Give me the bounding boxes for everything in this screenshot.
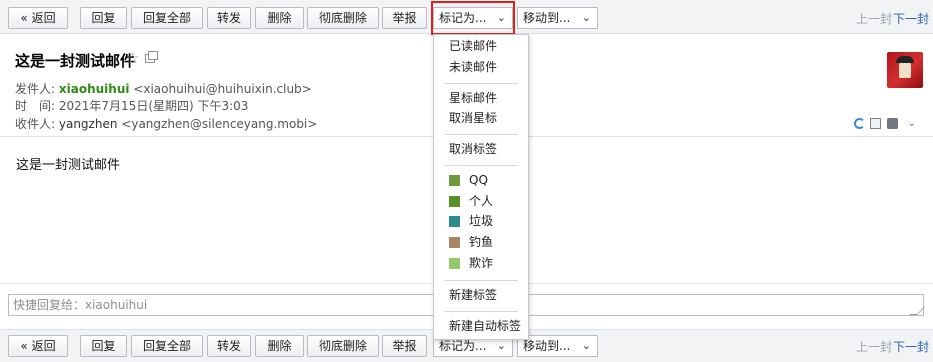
next-mail-link[interactable]: 下一封 — [893, 10, 929, 27]
forward-button[interactable]: 转发 — [207, 7, 251, 29]
delete-forever-button[interactable]: 彻底删除 — [307, 7, 379, 29]
tag-label: QQ — [469, 173, 488, 187]
menu-divider — [444, 165, 518, 166]
prev-mail-link[interactable]: 上一封 — [856, 338, 892, 355]
avatar[interactable] — [887, 52, 923, 88]
back-button[interactable]: « 返回 — [8, 335, 68, 357]
chevron-down-icon: ⌄ — [581, 11, 591, 24]
menu-tag-phishing[interactable]: 钓鱼 — [434, 233, 528, 252]
mark-as-label: 标记为... — [439, 339, 487, 353]
from-label: 发件人: — [15, 82, 56, 96]
tag-label: 垃圾 — [469, 214, 494, 228]
menu-item-remove-tag[interactable]: 取消标签 — [434, 140, 528, 159]
popout-window-icon[interactable] — [145, 51, 158, 63]
menu-item-star[interactable]: 星标邮件 — [434, 89, 528, 108]
tag-color-swatch — [449, 258, 460, 269]
forward-button[interactable]: 转发 — [207, 335, 251, 357]
tag-label: 欺诈 — [469, 256, 494, 270]
menu-item-new-tag[interactable]: 新建标签 — [434, 286, 528, 305]
header-action-icons: ⌄ — [842, 118, 922, 130]
recipient-name[interactable]: yangzhen — [59, 117, 118, 131]
reply-button[interactable]: 回复 — [80, 335, 127, 357]
delete-button[interactable]: 删除 — [255, 335, 304, 357]
delete-button[interactable]: 删除 — [255, 7, 304, 29]
menu-item-new-auto-tag[interactable]: 新建自动标签 — [434, 317, 528, 336]
refresh-icon[interactable] — [854, 118, 865, 129]
mail-body: 这是一封测试邮件 — [16, 158, 121, 173]
menu-tag-fraud[interactable]: 欺诈 — [434, 254, 528, 273]
time-row: 时 间: 2021年7月15日(星期四) 下午3:03 — [15, 97, 248, 114]
next-mail-link[interactable]: 下一封 — [893, 338, 929, 355]
time-value: 2021年7月15日(星期四) 下午3:03 — [58, 99, 249, 113]
time-label: 时 间: — [15, 99, 56, 113]
menu-tag-junk[interactable]: 垃圾 — [434, 212, 528, 231]
tag-color-swatch — [449, 196, 460, 207]
reply-all-button[interactable]: 回复全部 — [131, 7, 203, 29]
tag-color-swatch — [449, 237, 460, 248]
move-to-label: 移动到... — [523, 11, 571, 25]
chevron-double-down-icon[interactable]: ⌄ — [908, 118, 916, 129]
tag-label: 个人 — [469, 194, 494, 208]
delete-forever-button[interactable]: 彻底删除 — [307, 335, 379, 357]
report-button[interactable]: 举报 — [382, 335, 427, 357]
sender-name[interactable]: xiaohuihui — [59, 82, 130, 96]
prev-mail-link[interactable]: 上一封 — [856, 10, 892, 27]
reply-all-button[interactable]: 回复全部 — [131, 335, 203, 357]
sender-address: <xiaohuihui@huihuixin.club> — [133, 82, 312, 96]
note-icon[interactable] — [870, 118, 881, 129]
tag-label: 钓鱼 — [469, 235, 494, 249]
menu-divider — [444, 134, 518, 135]
back-button[interactable]: « 返回 — [8, 7, 68, 29]
star-icon[interactable]: ☆ — [126, 49, 139, 67]
menu-divider — [444, 311, 518, 312]
menu-tag-qq[interactable]: QQ — [434, 171, 528, 190]
to-label: 收件人: — [15, 117, 56, 131]
move-to-select[interactable]: 移动到... ⌄ — [517, 335, 598, 357]
mail-subject: 这是一封测试邮件 — [15, 52, 136, 70]
menu-divider — [444, 83, 518, 84]
to-row: 收件人: yangzhen <yangzhen@silenceyang.mobi… — [15, 115, 317, 132]
menu-tag-personal[interactable]: 个人 — [434, 192, 528, 211]
from-row: 发件人: xiaohuihui <xiaohuihui@huihuixin.cl… — [15, 80, 312, 97]
menu-divider — [444, 280, 518, 281]
move-to-select[interactable]: 移动到... ⌄ — [517, 7, 598, 29]
menu-item-unread[interactable]: 未读邮件 — [434, 58, 528, 77]
report-button[interactable]: 举报 — [382, 7, 427, 29]
tag-color-swatch — [449, 216, 460, 227]
reply-button[interactable]: 回复 — [80, 7, 127, 29]
mark-as-menu: 已读邮件 未读邮件 星标邮件 取消星标 取消标签 QQ 个人 垃圾 钓鱼 欺诈 … — [433, 34, 529, 340]
menu-item-read[interactable]: 已读邮件 — [434, 37, 528, 56]
move-to-label: 移动到... — [523, 339, 571, 353]
recipient-address: <yangzhen@silenceyang.mobi> — [121, 117, 318, 131]
print-icon[interactable] — [887, 118, 898, 129]
tag-color-swatch — [449, 175, 460, 186]
mark-as-highlight-box — [431, 1, 515, 35]
menu-item-unstar[interactable]: 取消星标 — [434, 109, 528, 128]
chevron-down-icon: ⌄ — [581, 339, 591, 352]
